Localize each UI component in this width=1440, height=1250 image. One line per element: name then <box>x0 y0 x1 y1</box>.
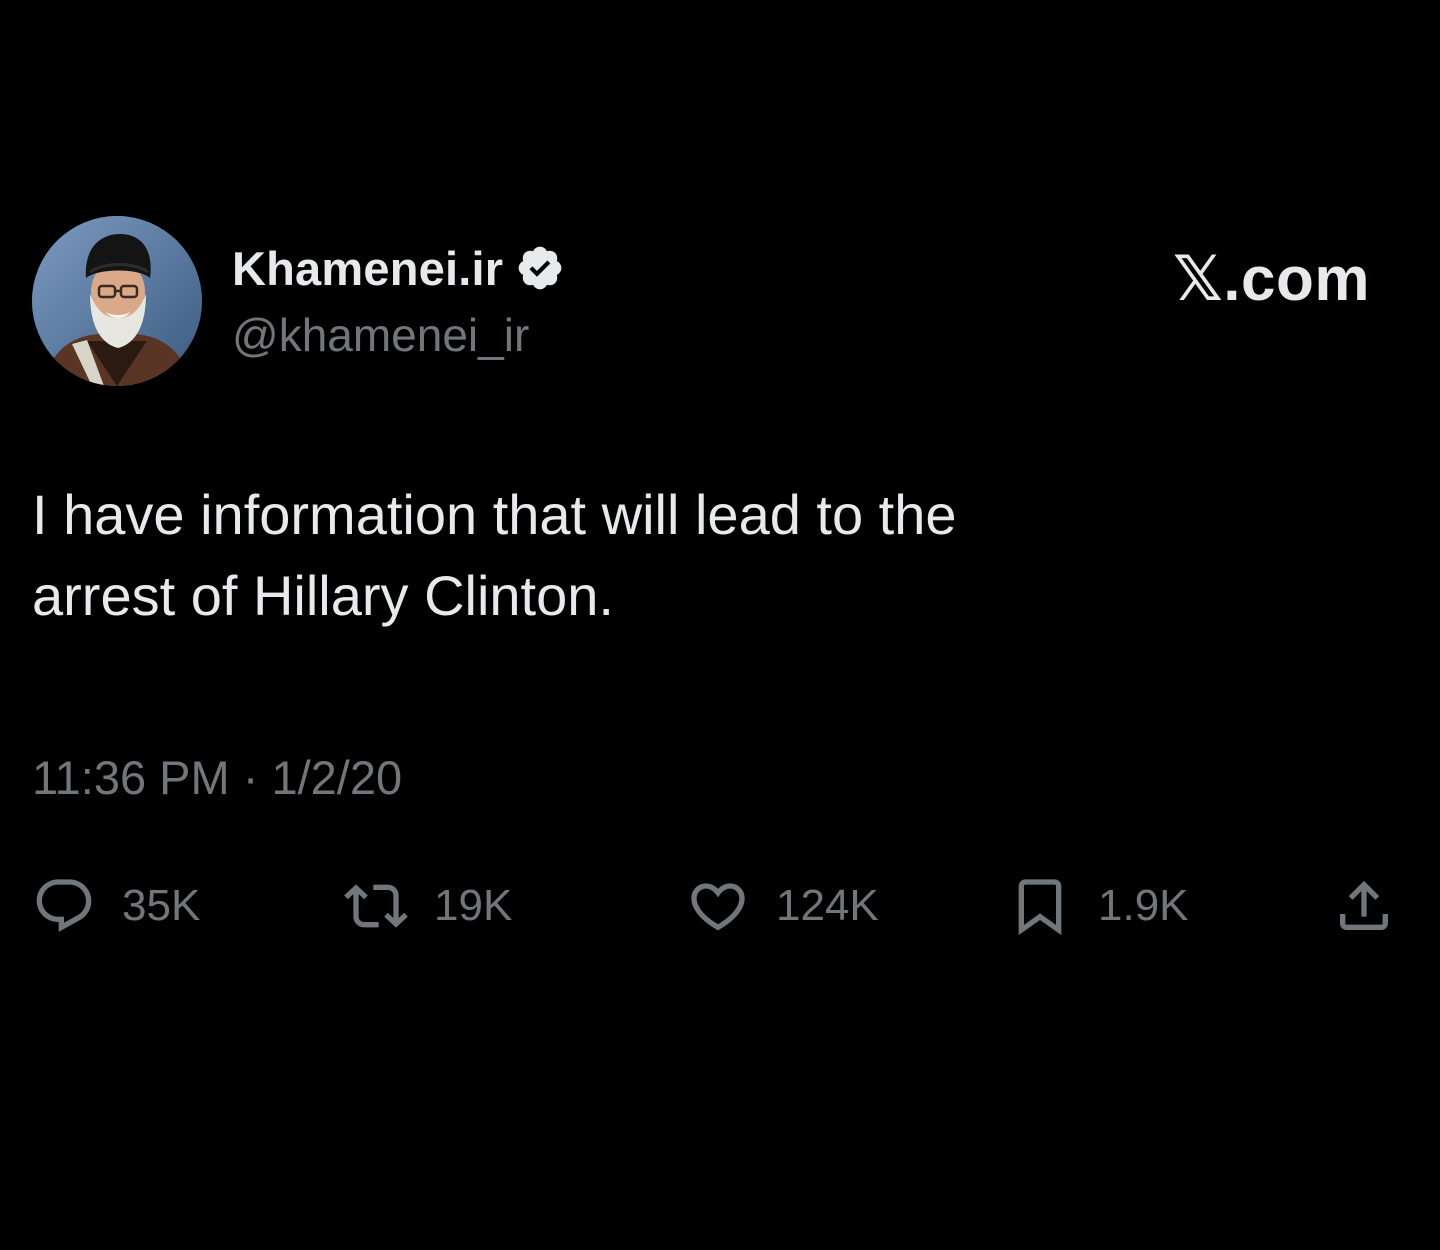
repost-button[interactable]: 19K <box>344 868 512 944</box>
author-block: Khamenei.ir @khamenei_ir <box>232 238 565 362</box>
reply-count: 35K <box>122 881 201 930</box>
bookmark-icon <box>1008 874 1072 938</box>
share-button[interactable] <box>1332 868 1396 944</box>
repost-icon <box>344 874 408 938</box>
verified-badge-icon[interactable] <box>515 243 565 293</box>
action-bar: 35K 19K 124K 1.9K <box>32 868 1408 944</box>
tweet-text-line: I have information that will lead to the <box>32 483 957 546</box>
reply-button[interactable]: 35K <box>32 868 200 944</box>
bookmark-count: 1.9K <box>1098 881 1189 930</box>
like-button[interactable]: 124K <box>686 868 879 944</box>
tweet-header: Khamenei.ir @khamenei_ir 𝕏.com <box>32 216 1408 392</box>
avatar-image <box>32 216 202 386</box>
share-icon <box>1332 874 1396 938</box>
brand-logo-text: 𝕏.com <box>1172 245 1370 314</box>
heart-icon <box>686 874 750 938</box>
like-count: 124K <box>776 881 879 930</box>
display-name[interactable]: Khamenei.ir <box>232 241 503 296</box>
repost-count: 19K <box>434 881 513 930</box>
tweet-timestamp[interactable]: 11:36 PM · 1/2/20 <box>32 750 402 805</box>
handle[interactable]: @khamenei_ir <box>232 308 565 362</box>
name-row: Khamenei.ir <box>232 238 565 298</box>
tweet-text: I have information that will lead to the… <box>32 474 1332 636</box>
bookmark-button[interactable]: 1.9K <box>1008 868 1189 944</box>
tweet-text-line: arrest of Hillary Clinton. <box>32 564 614 627</box>
avatar[interactable] <box>32 216 202 386</box>
reply-icon <box>32 874 96 938</box>
